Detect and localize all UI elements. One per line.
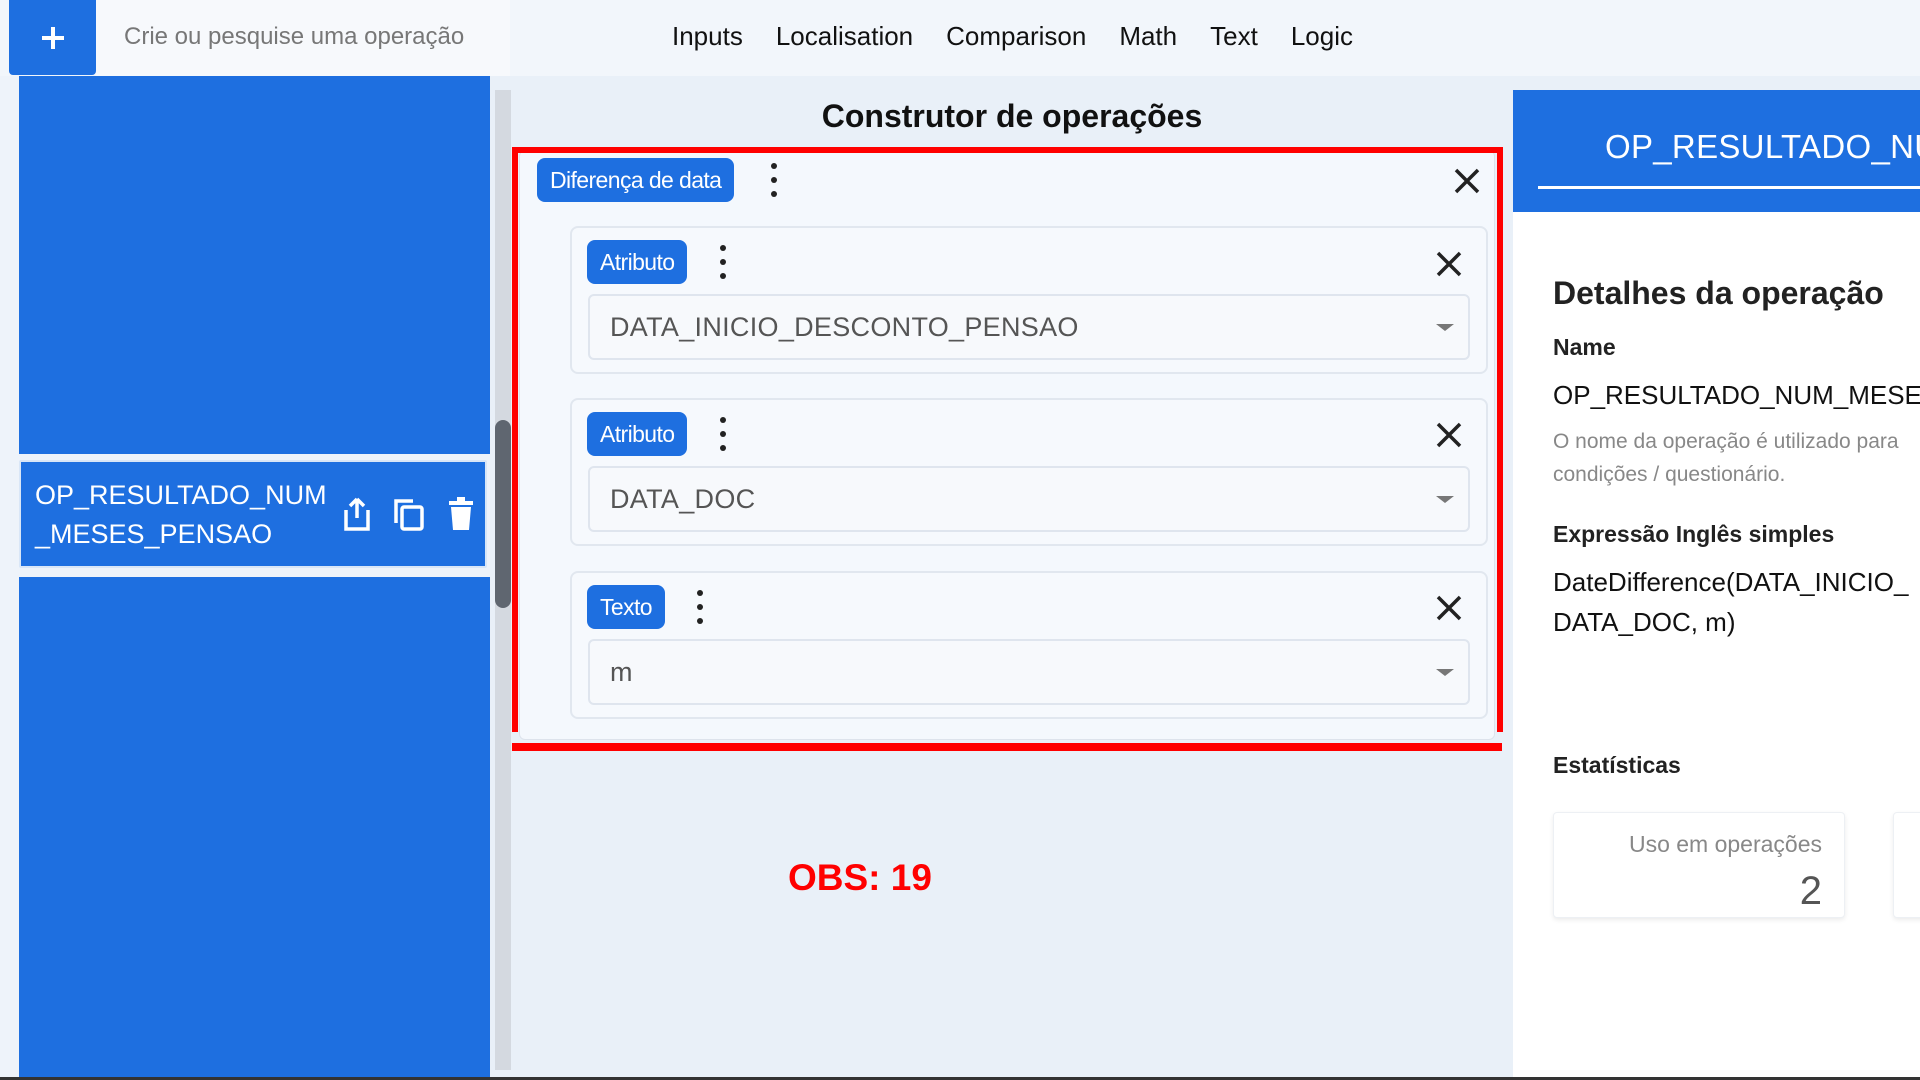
- sidebar-scrollbar-thumb[interactable]: [495, 420, 511, 608]
- highlight-annotation-box: [512, 147, 1503, 732]
- sidebar-item-selected[interactable]: OP_RESULTADO_NUM_MESES_PENSAO: [19, 460, 487, 568]
- expression-value: DateDifference(DATA_INICIO_DATA_DOC, m): [1553, 567, 1909, 637]
- menu-math[interactable]: Math: [1119, 18, 1177, 54]
- sidebar-item-label: OP_RESULTADO_NUM_MESES_PENSAO: [35, 480, 327, 549]
- builder-title: Construtor de operações: [821, 98, 1203, 134]
- observation-annotation: OBS: 19: [788, 857, 932, 898]
- right-panel-header: OP_RESULTADO_NU: [1513, 90, 1920, 212]
- menu-inputs[interactable]: Inputs: [672, 18, 743, 54]
- right-panel-title-underline: [1538, 186, 1920, 189]
- details-title: Detalhes da operação: [1553, 275, 1884, 311]
- sidebar-list-area-bottom: [19, 577, 490, 1080]
- stat-card-usage: Uso em operações 2: [1553, 812, 1845, 918]
- menu-localisation[interactable]: Localisation: [776, 18, 913, 54]
- search-input[interactable]: [122, 18, 492, 56]
- menu-text[interactable]: Text: [1210, 18, 1258, 54]
- search-container: [96, 0, 510, 76]
- export-icon[interactable]: [331, 488, 383, 540]
- sidebar-item-actions: [331, 488, 487, 540]
- delete-icon[interactable]: [435, 488, 487, 540]
- statistics-label: Estatísticas: [1553, 752, 1681, 778]
- stat-usage-label: Uso em operações: [1628, 831, 1822, 857]
- name-value: OP_RESULTADO_NUM_MESE: [1553, 380, 1920, 410]
- sidebar-list-area-top: [19, 76, 490, 454]
- name-label: Name: [1553, 334, 1616, 360]
- copy-icon[interactable]: [383, 488, 435, 540]
- add-operation-button[interactable]: [9, 0, 96, 75]
- stat-card-second: [1893, 812, 1920, 918]
- name-help-text: O nome da operação é utilizado para cond…: [1553, 430, 1899, 486]
- menu-logic[interactable]: Logic: [1291, 18, 1353, 54]
- menu-comparison[interactable]: Comparison: [946, 18, 1086, 54]
- plus-icon: [41, 26, 64, 49]
- stat-usage-value: 2: [1799, 869, 1822, 913]
- right-panel-title: OP_RESULTADO_NU: [1605, 128, 1920, 165]
- expression-label: Expressão Inglês simples: [1553, 521, 1835, 547]
- operation-category-menu: Inputs Localisation Comparison Math Text…: [672, 18, 1386, 54]
- top-bar: Inputs Localisation Comparison Math Text…: [0, 0, 1920, 76]
- highlight-annotation-bottom: [512, 743, 1502, 751]
